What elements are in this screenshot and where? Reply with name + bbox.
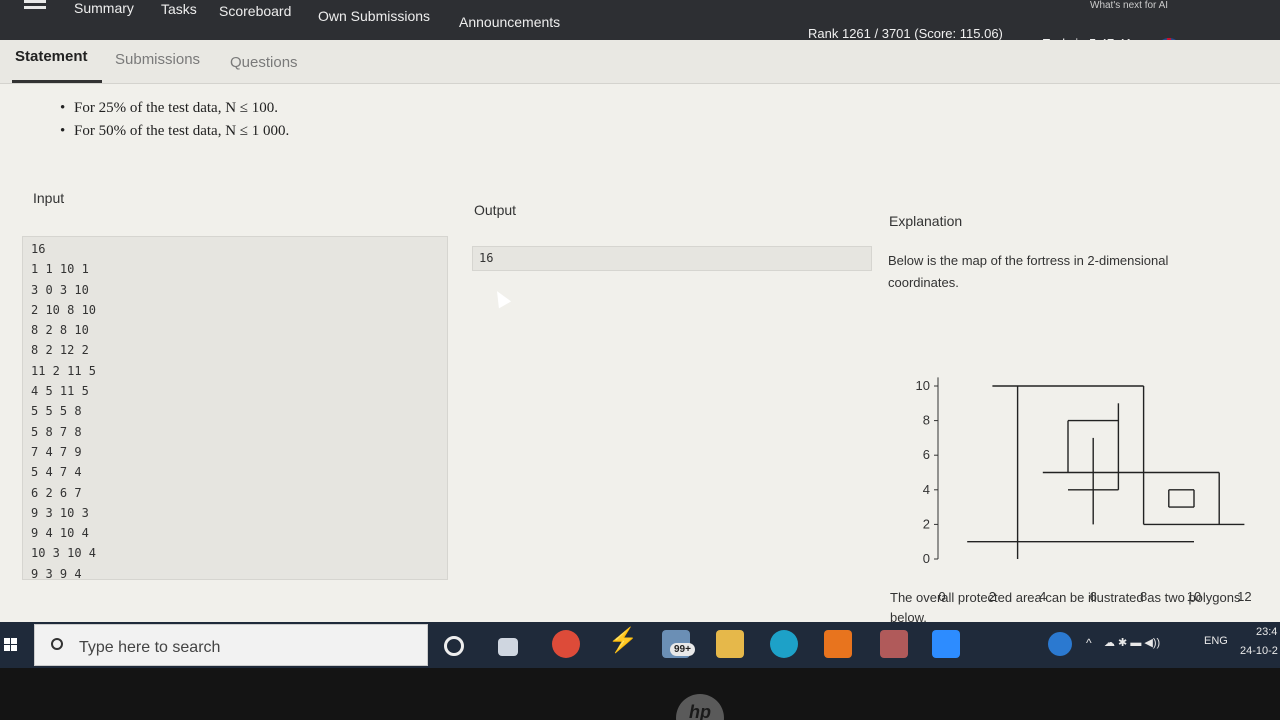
- chrome-icon[interactable]: [552, 630, 580, 658]
- browser-tab-title: What's next for AI: [1090, 0, 1169, 11]
- nav-announcements[interactable]: Announcements: [459, 14, 560, 30]
- input-line: 10 3 10 4: [31, 546, 97, 561]
- search-icon: [51, 638, 63, 650]
- input-line: 6 2 6 7: [31, 485, 82, 500]
- input-line: 1 1 10 1: [31, 262, 89, 277]
- input-line: 9 3 9 4: [31, 566, 82, 581]
- language-indicator[interactable]: ENG: [1204, 635, 1228, 647]
- input-line: 16: [31, 242, 46, 256]
- nav-scoreboard[interactable]: Scoreboard: [219, 3, 291, 19]
- constraint-item: For 25% of the test data, N ≤ 100.: [60, 100, 289, 117]
- constraint-item: For 50% of the test data, N ≤ 1 000.: [60, 123, 289, 140]
- input-line: 7 4 7 9: [31, 444, 82, 459]
- search-input[interactable]: Type here to search: [79, 639, 220, 657]
- edge-icon[interactable]: [770, 630, 798, 658]
- sample-input-box[interactable]: 16 1 1 10 1 3 0 3 10 2 10 8 10 8 2 8 10 …: [22, 236, 448, 581]
- rank-score: Rank 1261 / 3701 (Score: 115.06): [808, 26, 1003, 41]
- input-line: 9 3 10 3: [31, 505, 89, 520]
- help-icon[interactable]: [1048, 632, 1072, 656]
- statement-tabs: Statement Submissions Questions: [0, 40, 1280, 84]
- clock-time[interactable]: 23:4: [1256, 626, 1277, 638]
- windows-start-icon[interactable]: [4, 638, 18, 652]
- sublime-icon[interactable]: [824, 630, 852, 658]
- y-tick-label: 0: [923, 551, 930, 566]
- tab-questions[interactable]: Questions: [230, 54, 298, 71]
- nav-own-submissions[interactable]: Own Submissions: [318, 8, 430, 24]
- cortana-icon[interactable]: [444, 636, 464, 656]
- input-line: 8 2 12 2: [31, 343, 89, 358]
- app-icon[interactable]: [880, 630, 908, 658]
- laptop-bezel: [0, 668, 1280, 720]
- sample-output-box[interactable]: 16: [472, 246, 872, 271]
- tray-chevron-icon[interactable]: ^: [1086, 636, 1092, 650]
- fortress-map-svg: 02468100 2 4 6 8 10 12: [916, 377, 1252, 604]
- notification-badge: 99+: [670, 643, 695, 656]
- nav-tasks[interactable]: Tasks: [161, 1, 197, 17]
- input-line: 2 10 8 10: [31, 302, 97, 317]
- input-line: 5 4 7 4: [31, 465, 82, 480]
- task-statement-area: Statement Submissions Questions For 25% …: [0, 40, 1280, 625]
- fortress-map: 0 2 4 6 8 10 0 2 4 6 8 10 12: [900, 325, 1260, 604]
- clock-date[interactable]: 24-10-2: [1240, 645, 1278, 657]
- input-line: 5 8 7 8: [31, 424, 82, 439]
- explanation-title: Explanation: [889, 213, 963, 229]
- y-tick-label: 4: [923, 482, 930, 497]
- explanation-text: Below is the map of the fortress in 2-di…: [888, 253, 1169, 290]
- y-tick-label: 2: [923, 516, 930, 531]
- tab-submissions[interactable]: Submissions: [115, 51, 200, 68]
- menu-icon[interactable]: [24, 0, 46, 14]
- input-line: 3 0 3 10: [31, 282, 89, 297]
- task-view-icon[interactable]: [498, 638, 518, 656]
- constraints-list: For 25% of the test data, N ≤ 100. For 5…: [60, 100, 289, 146]
- output-title: Output: [474, 202, 517, 218]
- input-line: 5 5 5 8: [31, 404, 82, 419]
- taskbar-search[interactable]: Type here to search: [34, 624, 428, 666]
- file-explorer-icon[interactable]: [716, 630, 744, 658]
- input-line: 8 2 8 10: [31, 323, 89, 338]
- nav-summary[interactable]: Summary: [74, 0, 134, 16]
- y-tick-label: 8: [923, 413, 930, 428]
- active-tab-indicator: [12, 80, 102, 83]
- lightning-app-icon[interactable]: ⚡: [608, 626, 638, 654]
- y-tick-label: 6: [923, 447, 930, 462]
- input-line: 9 4 10 4: [31, 526, 89, 541]
- input-line: 11 2 11 5: [31, 363, 97, 378]
- tray-icons[interactable]: ☁ ✱ ▬ ◀)): [1104, 636, 1160, 649]
- top-navbar: Summary Tasks Scoreboard Own Submissions…: [0, 0, 1280, 40]
- input-title: Input: [33, 190, 65, 206]
- tab-statement[interactable]: Statement: [15, 48, 88, 65]
- y-tick-label: 10: [916, 378, 930, 393]
- zoom-icon[interactable]: [932, 630, 960, 658]
- input-line: 4 5 11 5: [31, 384, 89, 399]
